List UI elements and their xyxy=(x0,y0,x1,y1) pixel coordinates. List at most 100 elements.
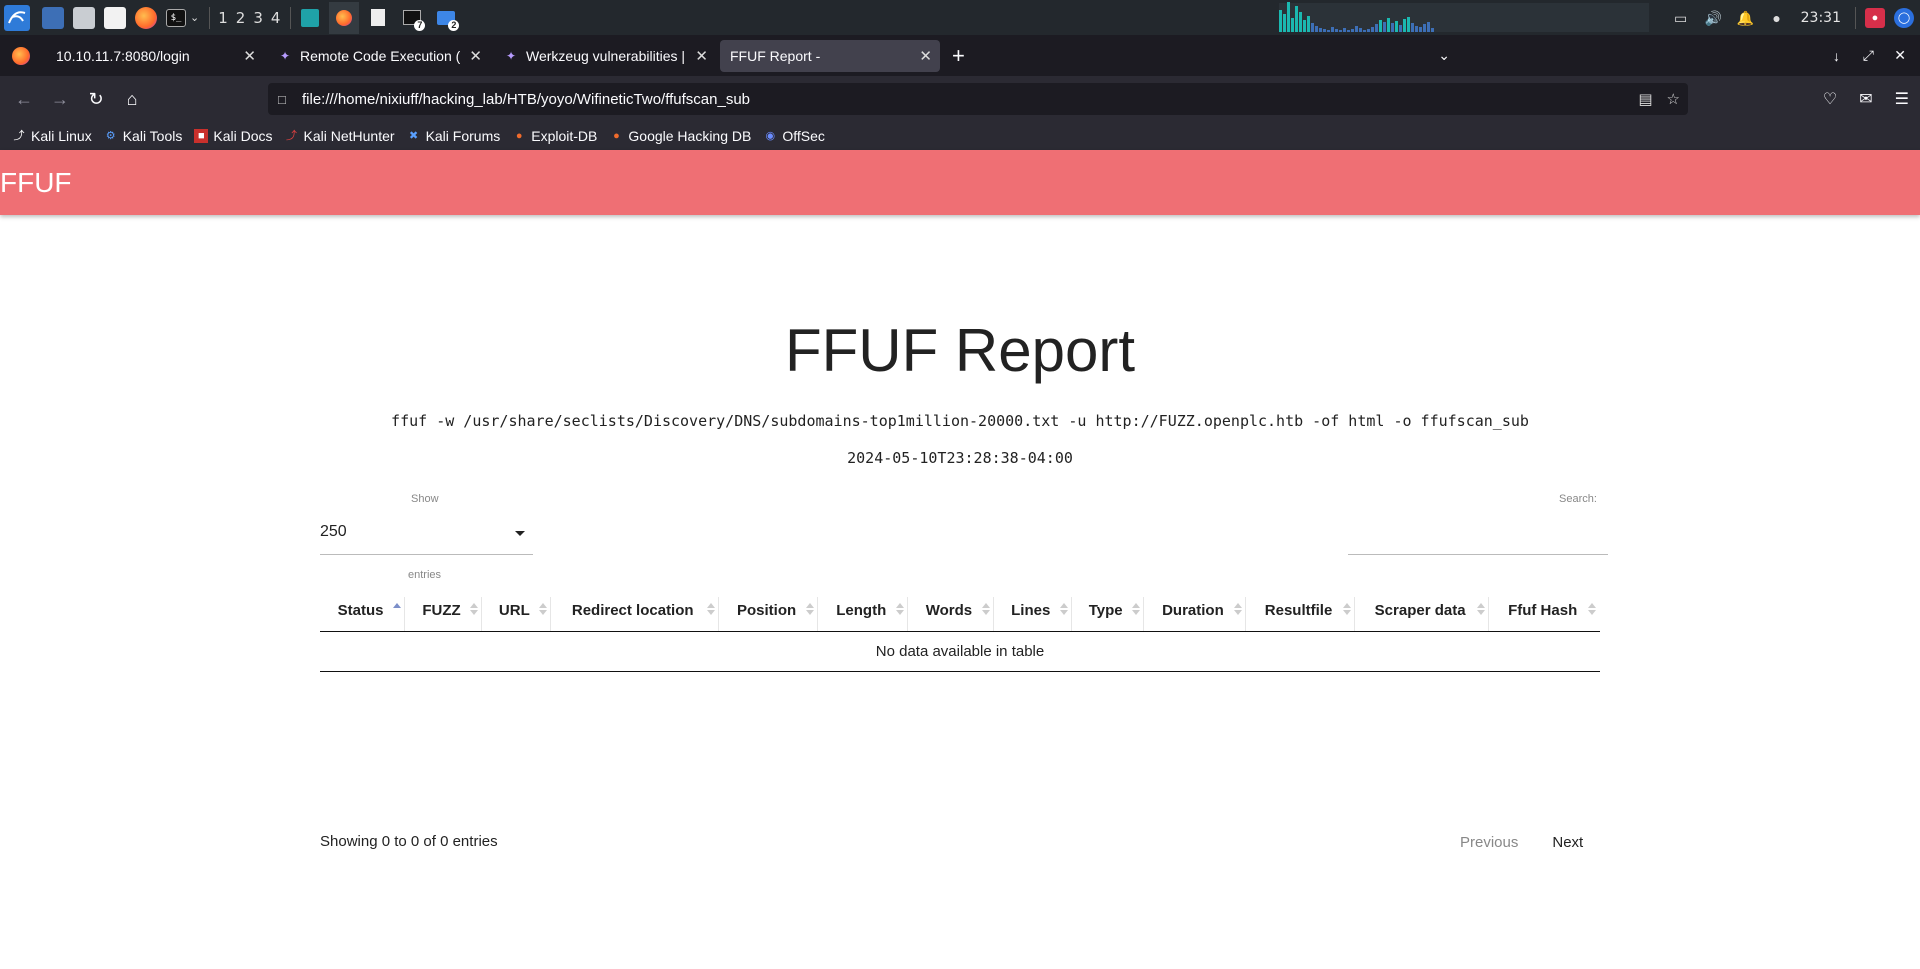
volume-icon[interactable]: 🔊 xyxy=(1705,10,1722,26)
file-manager-icon[interactable] xyxy=(73,6,95,29)
next-page-button[interactable]: Next xyxy=(1552,834,1583,851)
cpu-graph-bar xyxy=(1283,14,1286,32)
column-header-resultfile[interactable]: Resultfile xyxy=(1246,591,1355,632)
entries-per-page-select[interactable]: 250 xyxy=(320,515,533,555)
url-bar[interactable]: □ file:///home/nixiuff/hacking_lab/HTB/y… xyxy=(268,83,1688,115)
cpu-graph-bar xyxy=(1315,26,1318,32)
bookmark-kali-docs[interactable]: ■ Kali Docs xyxy=(194,128,273,144)
list-tabs-icon[interactable]: ⌄ xyxy=(1438,47,1450,64)
firefox-icon[interactable] xyxy=(135,6,157,29)
pocket-icon[interactable]: ♡ xyxy=(1823,89,1837,109)
display-icon[interactable]: ▭ xyxy=(1673,10,1689,26)
extensions-icon[interactable]: ✉ xyxy=(1859,89,1872,109)
bookmark-label: Kali Tools xyxy=(122,128,183,144)
column-header-duration[interactable]: Duration xyxy=(1143,591,1247,632)
bookmark-google-hacking-db[interactable]: ● Google Hacking DB xyxy=(609,128,751,144)
task-files-icon[interactable]: 2 xyxy=(431,2,461,34)
desktop-icon[interactable] xyxy=(42,6,64,29)
clock[interactable]: 23:31 xyxy=(1801,10,1841,26)
terminal-icon[interactable]: $_ xyxy=(166,8,186,27)
column-header-status[interactable]: Status xyxy=(320,591,406,632)
tab-rce[interactable]: ✦ Remote Code Execution ( ✕ xyxy=(268,40,490,72)
cpu-graph-bar xyxy=(1363,30,1366,32)
bookmark-kali-forums[interactable]: ✖ Kali Forums xyxy=(407,128,501,144)
sort-icon xyxy=(1059,603,1068,615)
bookmark-label: Kali Forums xyxy=(425,128,501,144)
bookmark-kali-tools[interactable]: ⚙ Kali Tools xyxy=(104,128,183,144)
column-header-url[interactable]: URL xyxy=(482,591,551,632)
reader-view-icon[interactable]: ▤ xyxy=(1638,90,1652,108)
taskbar-separator xyxy=(1855,6,1856,29)
workspace-1[interactable]: 1 xyxy=(218,9,228,27)
close-window-icon[interactable]: ✕ xyxy=(1894,47,1906,64)
column-header-lines[interactable]: Lines xyxy=(993,591,1072,632)
close-icon[interactable]: ✕ xyxy=(695,47,708,65)
column-header-ffuf-hash[interactable]: Ffuf Hash xyxy=(1489,591,1600,632)
tab-ffuf-report[interactable]: FFUF Report - ✕ xyxy=(720,39,940,72)
close-icon[interactable]: ✕ xyxy=(919,47,932,65)
back-icon[interactable]: ← xyxy=(9,84,39,114)
workspace-3[interactable]: 3 xyxy=(253,9,263,27)
bookmark-label: Google Hacking DB xyxy=(628,128,752,144)
column-header-position[interactable]: Position xyxy=(718,591,819,632)
bookmark-star-icon[interactable]: ☆ xyxy=(1667,90,1680,108)
text-editor-icon[interactable] xyxy=(104,6,126,29)
logout-icon[interactable]: ◯ xyxy=(1894,7,1914,28)
close-icon[interactable]: ✕ xyxy=(469,47,482,65)
task-terminal-icon[interactable]: 7 xyxy=(397,2,427,34)
bug-icon: ✦ xyxy=(279,48,291,63)
column-header-redirect-location[interactable]: Redirect location xyxy=(550,591,719,632)
menu-icon[interactable]: ☰ xyxy=(1895,89,1909,109)
nethunter-icon: ⤴ xyxy=(286,130,298,142)
column-label: Resultfile xyxy=(1264,602,1333,620)
bookmark-kali-linux[interactable]: ⤴ Kali Linux xyxy=(12,128,92,144)
bookmark-kali-nethunter[interactable]: ⤴ Kali NetHunter xyxy=(285,128,395,144)
forward-icon[interactable]: → xyxy=(45,84,75,114)
brand-logo[interactable]: FFUF xyxy=(0,167,72,199)
bookmark-offsec[interactable]: ◉ OffSec xyxy=(763,128,825,144)
task-firefox-icon[interactable] xyxy=(329,1,360,34)
task-app-icon[interactable] xyxy=(295,2,325,34)
search-input[interactable] xyxy=(1348,515,1608,555)
close-icon[interactable]: ✕ xyxy=(243,47,256,65)
chevron-down-icon[interactable]: ⌄ xyxy=(190,11,199,24)
page-title: FFUF Report xyxy=(784,317,1136,384)
cpu-graph-bar xyxy=(1399,25,1402,32)
power-icon[interactable]: ● xyxy=(1769,10,1785,26)
kali-docs-icon: ■ xyxy=(194,129,209,143)
bookmark-exploit-db[interactable]: ● Exploit-DB xyxy=(512,128,597,144)
previous-page-button[interactable]: Previous xyxy=(1460,834,1518,851)
home-icon[interactable]: ⌂ xyxy=(117,84,147,114)
cpu-graph-bar xyxy=(1319,28,1322,32)
table-header-row: Status FUZZ URL Redirect location Positi… xyxy=(320,591,1600,632)
ghdb-icon: ● xyxy=(613,130,620,142)
workspace-2[interactable]: 2 xyxy=(236,9,246,27)
report-date: 2024-05-10T23:28:38-04:00 xyxy=(847,449,1073,467)
column-header-scraper-data[interactable]: Scraper data xyxy=(1354,591,1490,632)
lock-icon[interactable]: ● xyxy=(1865,7,1885,28)
cpu-graph-bar xyxy=(1295,6,1298,32)
task-count-badge: 2 xyxy=(448,19,460,31)
tab-login[interactable]: 10.10.11.7:8080/login ✕ xyxy=(46,40,264,72)
kali-menu-icon[interactable] xyxy=(4,4,30,31)
column-header-type[interactable]: Type xyxy=(1071,591,1144,632)
task-count-badge: 7 xyxy=(414,19,426,31)
notification-bell-icon[interactable]: 🔔 xyxy=(1737,10,1754,26)
firefox-view-icon[interactable] xyxy=(12,46,30,65)
new-tab-icon[interactable]: + xyxy=(952,43,965,69)
column-header-fuzz[interactable]: FUZZ xyxy=(405,591,482,632)
page-info-icon[interactable]: □ xyxy=(278,92,292,107)
cpu-graph-bar xyxy=(1323,29,1326,32)
column-header-words[interactable]: Words xyxy=(908,591,994,632)
maximize-icon[interactable]: ⤢ xyxy=(1863,47,1874,64)
navigation-bar: ← → ↻ ⌂ □ file:///home/nixiuff/hacking_l… xyxy=(0,76,1920,122)
minimize-icon[interactable]: ↓ xyxy=(1833,48,1840,64)
reload-icon[interactable]: ↻ xyxy=(81,84,111,114)
column-header-length[interactable]: Length xyxy=(818,591,909,632)
tab-title: Werkzeug vulnerabilities | xyxy=(526,47,686,64)
tab-werkzeug[interactable]: ✦ Werkzeug vulnerabilities | ✕ xyxy=(494,40,716,72)
bookmarks-toolbar: ⤴ Kali Linux ⚙ Kali Tools ■ Kali Docs ⤴ Kali… xyxy=(0,122,1920,150)
workspace-4[interactable]: 4 xyxy=(271,9,281,27)
task-editor-icon[interactable] xyxy=(363,2,393,34)
url-text[interactable]: file:///home/nixiuff/hacking_lab/HTB/yoy… xyxy=(302,91,750,108)
